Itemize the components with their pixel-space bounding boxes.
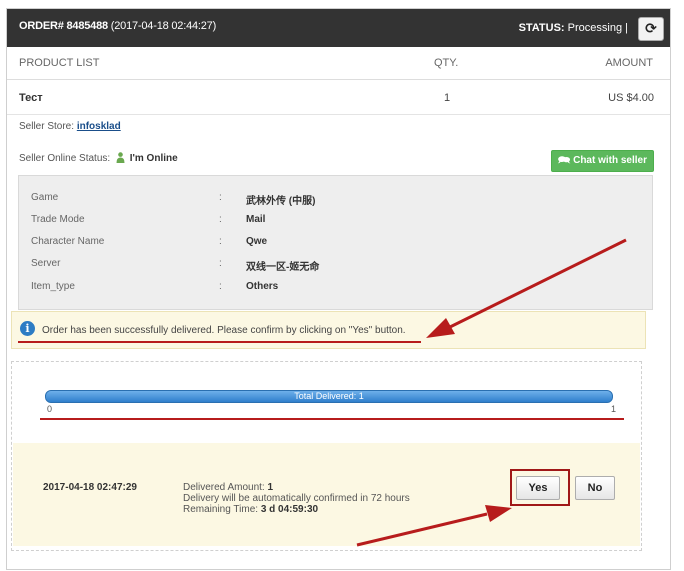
annotation-arrows	[356, 238, 627, 547]
annotation-arrow-notice	[426, 238, 627, 338]
annotation-arrow-yes	[356, 505, 512, 547]
